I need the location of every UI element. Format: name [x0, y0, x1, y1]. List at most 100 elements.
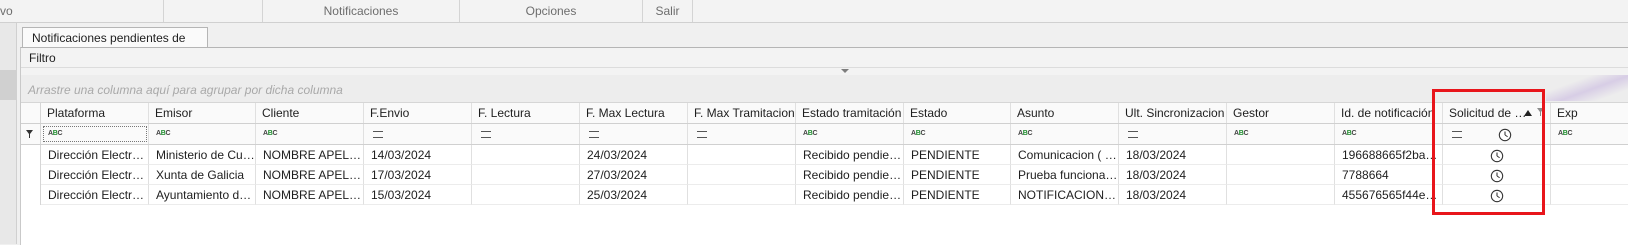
cell-asunto[interactable]: NOTIFICACION DE ...	[1011, 185, 1119, 205]
cell-plataforma[interactable]: Dirección Electrónic...	[41, 185, 149, 205]
cell-f-max-lectura[interactable]: 24/03/2024	[580, 145, 688, 165]
ribbon-group-archivo[interactable]: vo	[0, 0, 164, 22]
collapse-arrow-icon[interactable]	[841, 69, 849, 73]
cell-f-lectura[interactable]	[472, 185, 580, 205]
cell-f-max-tramitacion[interactable]	[688, 165, 796, 185]
cell-ult-sincronizacion[interactable]: 18/03/2024	[1119, 165, 1227, 185]
filter-cell-ult-sincronizacion[interactable]	[1119, 124, 1227, 144]
col-header-emisor[interactable]: Emisor	[149, 103, 256, 123]
cell-cliente[interactable]: NOMBRE APELLID...	[256, 145, 364, 165]
cell-f-lectura[interactable]	[472, 145, 580, 165]
cell-f-lectura[interactable]	[472, 165, 580, 185]
filter-cell-f-envio[interactable]	[364, 124, 472, 144]
cell-cliente[interactable]: NOMBRE APELLID...	[256, 185, 364, 205]
equals-filter-icon[interactable]	[697, 130, 707, 138]
cell-cliente[interactable]: NOMBRE APELLID...	[256, 165, 364, 185]
cell-plataforma[interactable]: Dirección Electrónic...	[41, 145, 149, 165]
col-header-gestor[interactable]: Gestor	[1227, 103, 1335, 123]
ribbon-group-opciones[interactable]: Opciones	[460, 0, 643, 22]
col-header-f-max-tramitacion[interactable]: F. Max Tramitacion	[688, 103, 796, 123]
cell-estado[interactable]: PENDIENTE	[904, 165, 1011, 185]
cell-f-max-tramitacion[interactable]	[688, 145, 796, 165]
cell-estado[interactable]: PENDIENTE	[904, 185, 1011, 205]
ribbon-group-salir[interactable]: Salir	[643, 0, 693, 22]
abc-filter-icon[interactable]: ABC	[1234, 128, 1249, 139]
cell-id-notificacion[interactable]: 196688665f2ba35c...	[1335, 145, 1443, 165]
cell-gestor[interactable]	[1227, 165, 1335, 185]
equals-filter-icon[interactable]	[481, 130, 491, 138]
filter-cell-gestor[interactable]: ABC	[1227, 124, 1335, 144]
col-header-f-max-lectura[interactable]: F. Max Lectura	[580, 103, 688, 123]
col-header-asunto[interactable]: Asunto	[1011, 103, 1119, 123]
cell-exp[interactable]	[1551, 185, 1628, 205]
ribbon-group-blank[interactable]	[164, 0, 263, 22]
table-row[interactable]: Dirección Electrónic... Ayuntamiento de …	[21, 185, 1628, 205]
cell-emisor[interactable]: Ministerio de Cultura ...	[149, 145, 256, 165]
abc-filter-icon[interactable]: ABC	[1558, 128, 1573, 139]
group-by-panel[interactable]: Arrastre una columna aquí para agrupar p…	[21, 75, 1628, 103]
cell-ult-sincronizacion[interactable]: 18/03/2024	[1119, 145, 1227, 165]
tab-notificaciones-pendientes[interactable]: Notificaciones pendientes de lectura	[22, 27, 208, 65]
col-header-plataforma[interactable]: Plataforma	[41, 103, 149, 123]
col-header-f-lectura[interactable]: F. Lectura	[472, 103, 580, 123]
col-header-exp[interactable]: Exp	[1551, 103, 1628, 123]
ribbon-group-notificaciones[interactable]: Notificaciones	[263, 0, 460, 22]
cell-ult-sincronizacion[interactable]: 18/03/2024	[1119, 185, 1227, 205]
cell-f-envio[interactable]: 14/03/2024	[364, 145, 472, 165]
left-dock-handle[interactable]	[0, 70, 16, 100]
abc-filter-icon[interactable]: ABC	[1018, 128, 1033, 139]
filter-cell-id-notificacion[interactable]: ABC	[1335, 124, 1443, 144]
filter-cell-estado[interactable]: ABC	[904, 124, 1011, 144]
col-header-estado-tramitacion[interactable]: Estado tramitación	[796, 103, 904, 123]
row-selector[interactable]	[21, 145, 41, 165]
filter-cell-f-max-tramitacion[interactable]	[688, 124, 796, 144]
filter-cell-plataforma[interactable]: ABC	[41, 124, 149, 144]
header-row-selector[interactable]	[21, 103, 41, 123]
cell-gestor[interactable]	[1227, 185, 1335, 205]
filter-cell-estado-tramitacion[interactable]: ABC	[796, 124, 904, 144]
cell-asunto[interactable]: Comunicacion ( DO...	[1011, 145, 1119, 165]
cell-estado-tramitacion[interactable]: Recibido pendiente ...	[796, 145, 904, 165]
col-header-ult-sincronizacion[interactable]: Ult. Sincronizacion	[1119, 103, 1227, 123]
col-header-estado[interactable]: Estado	[904, 103, 1011, 123]
equals-filter-icon[interactable]	[1128, 130, 1138, 138]
cell-id-notificacion[interactable]: 455676565f44e6a4...	[1335, 185, 1443, 205]
left-dock-bar[interactable]	[0, 23, 17, 244]
cell-asunto[interactable]: Prueba funcionamie...	[1011, 165, 1119, 185]
cell-exp[interactable]	[1551, 145, 1628, 165]
table-row[interactable]: Dirección Electrónic... Ministerio de Cu…	[21, 145, 1628, 165]
filter-cell-cliente[interactable]: ABC	[256, 124, 364, 144]
cell-estado-tramitacion[interactable]: Recibido pendiente ...	[796, 165, 904, 185]
filter-bar[interactable]: Filtro	[21, 48, 1628, 68]
col-header-f-envio[interactable]: F.Envio	[364, 103, 472, 123]
cell-f-max-tramitacion[interactable]	[688, 185, 796, 205]
filter-splitter[interactable]	[21, 68, 1628, 75]
cell-f-envio[interactable]: 17/03/2024	[364, 165, 472, 185]
abc-filter-icon[interactable]: ABC	[911, 128, 926, 139]
col-header-cliente[interactable]: Cliente	[256, 103, 364, 123]
abc-filter-icon[interactable]: ABC	[263, 128, 278, 139]
cell-exp[interactable]	[1551, 165, 1628, 185]
cell-f-envio[interactable]: 15/03/2024	[364, 185, 472, 205]
abc-filter-icon[interactable]: ABC	[156, 128, 171, 139]
col-header-id-notificacion[interactable]: Id. de notificación	[1335, 103, 1443, 123]
cell-emisor[interactable]: Xunta de Galicia	[149, 165, 256, 185]
cell-estado-tramitacion[interactable]: Recibido pendiente ...	[796, 185, 904, 205]
abc-filter-icon[interactable]: ABC	[803, 128, 818, 139]
row-selector[interactable]	[21, 185, 41, 205]
abc-filter-icon[interactable]: ABC	[1342, 128, 1357, 139]
filter-cell-asunto[interactable]: ABC	[1011, 124, 1119, 144]
cell-gestor[interactable]	[1227, 145, 1335, 165]
cell-emisor[interactable]: Ayuntamiento de Sot...	[149, 185, 256, 205]
filter-cell-exp[interactable]: ABC	[1551, 124, 1628, 144]
row-selector[interactable]	[21, 165, 41, 185]
filter-cell-f-max-lectura[interactable]	[580, 124, 688, 144]
cell-f-max-lectura[interactable]: 27/03/2024	[580, 165, 688, 185]
cell-id-notificacion[interactable]: 7788664	[1335, 165, 1443, 185]
filter-cell-emisor[interactable]: ABC	[149, 124, 256, 144]
filter-cell-f-lectura[interactable]	[472, 124, 580, 144]
cell-estado[interactable]: PENDIENTE	[904, 145, 1011, 165]
cell-f-max-lectura[interactable]: 25/03/2024	[580, 185, 688, 205]
cell-plataforma[interactable]: Dirección Electrónic...	[41, 165, 149, 185]
abc-filter-icon[interactable]: ABC	[48, 128, 63, 139]
